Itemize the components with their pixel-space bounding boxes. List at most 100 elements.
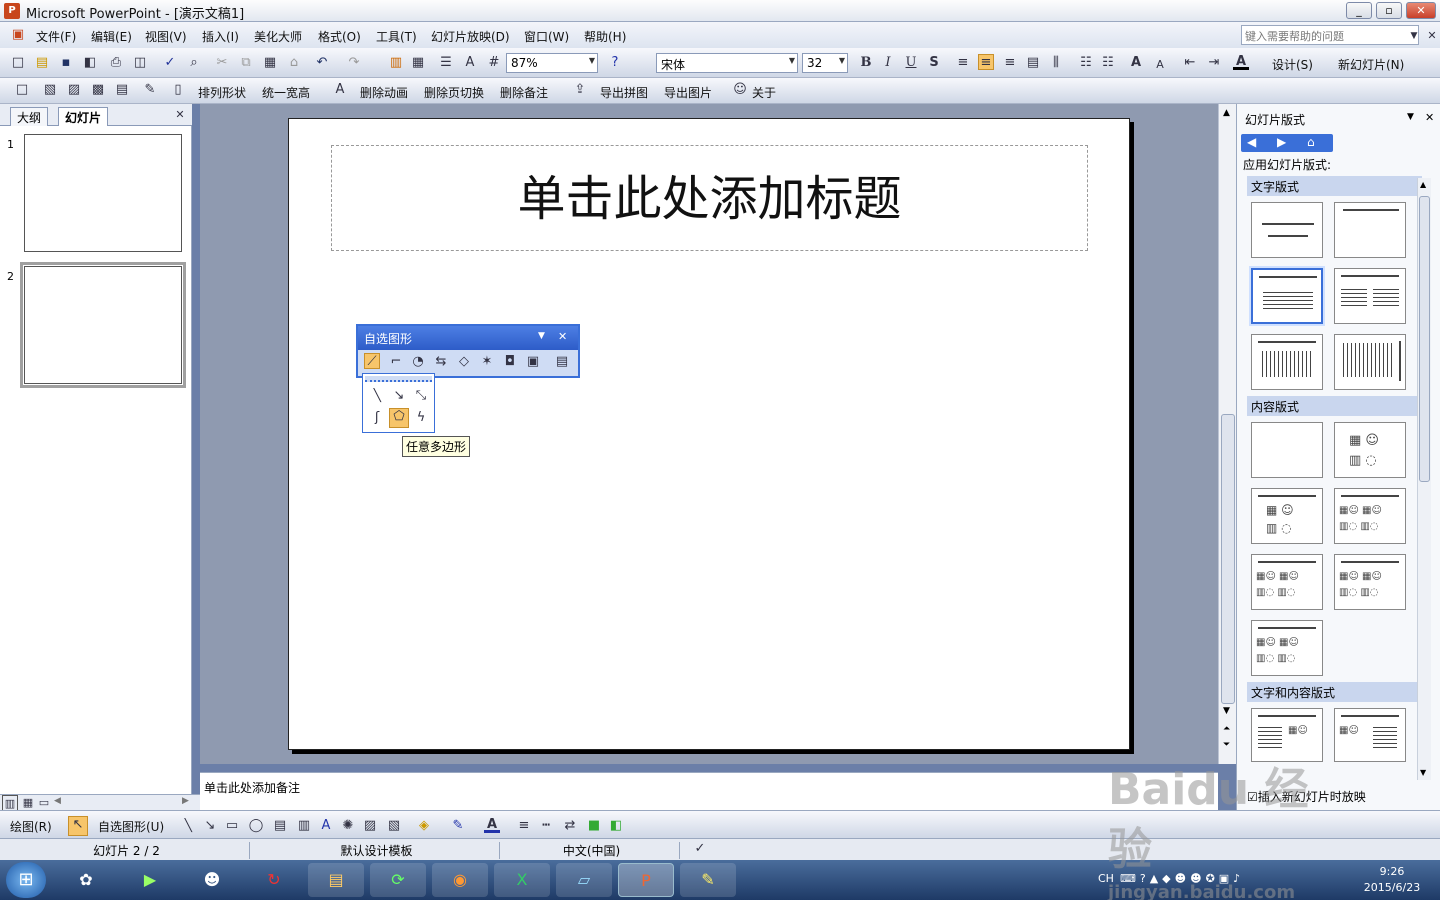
research-icon[interactable]: ⌕ — [186, 55, 202, 71]
prev-slide-icon[interactable]: ⏶ — [1223, 724, 1230, 734]
italic-button[interactable]: I — [880, 55, 896, 71]
slide-sorter-icon[interactable]: ▦ — [20, 795, 36, 811]
design-button[interactable]: 设计(S) — [1272, 56, 1313, 73]
back-icon[interactable]: ◀ — [1247, 135, 1256, 149]
close-icon[interactable]: ✕ — [1425, 111, 1434, 124]
decrease-indent-icon[interactable]: ⇤ — [1182, 55, 1198, 71]
image-icon[interactable]: ▨ — [66, 82, 82, 98]
help-icon[interactable]: ? — [607, 55, 623, 71]
layout-title-slide[interactable] — [1251, 202, 1323, 258]
select-arrow-icon[interactable]: ↖ — [68, 816, 88, 836]
qq-icon[interactable]: ☻ — [184, 863, 240, 897]
layout-vertical-title-text[interactable] — [1334, 334, 1406, 390]
close-button[interactable]: ✕ — [1406, 2, 1436, 19]
expand-all-icon[interactable]: ☰ — [438, 55, 454, 71]
layout-text-content[interactable]: ▦☺ — [1251, 708, 1323, 762]
increase-font-icon[interactable]: A — [1128, 55, 1144, 71]
layout-title-text[interactable] — [1251, 268, 1323, 324]
forward-icon[interactable]: ▶ — [1277, 135, 1286, 149]
font-color-icon[interactable]: A — [484, 817, 500, 833]
insert-table-icon[interactable]: ▦ — [410, 55, 426, 71]
tab-outline[interactable]: 大纲 — [10, 107, 49, 126]
layout-title-four-content[interactable]: ▦☺ ▦☺ ▥◌ ▥◌ — [1334, 554, 1406, 610]
slide-canvas[interactable]: 单击此处添加标题 — [288, 118, 1130, 750]
minimize-button[interactable]: _ — [1346, 2, 1372, 19]
delete-animation-button[interactable]: 删除动画 — [360, 84, 408, 101]
tray-clock[interactable]: 9:26 2015/6/23 — [1352, 864, 1432, 896]
basic-shapes-icon[interactable]: ◔ — [410, 354, 426, 370]
layout-vertical-text[interactable] — [1251, 334, 1323, 390]
save-icon[interactable]: ▪ — [58, 55, 74, 71]
numbering-icon[interactable]: ☷ — [1078, 55, 1094, 71]
menu-format[interactable]: 格式(O) — [318, 28, 361, 45]
maximize-button[interactable]: ▫ — [1376, 2, 1402, 19]
status-template[interactable]: 默认设计模板 — [254, 842, 500, 859]
zoom-select[interactable]: 87% ▼ — [506, 53, 598, 73]
close-doc-icon[interactable]: ✕ — [1424, 28, 1440, 44]
app-icon-green[interactable]: ⟳ — [370, 863, 426, 897]
slide-thumbnail-selected[interactable] — [20, 262, 186, 388]
font-color-icon[interactable]: A — [1233, 54, 1249, 70]
stars-icon[interactable]: ✶ — [479, 354, 495, 370]
paste-icon[interactable]: ▦ — [262, 55, 278, 71]
align-center-icon[interactable]: ≡ — [978, 54, 994, 70]
tab-slides[interactable]: 幻灯片 — [58, 107, 109, 126]
scribble-icon[interactable]: ϟ — [413, 410, 429, 426]
scroll-up-icon[interactable]: ▲ — [1420, 180, 1426, 189]
app-icon-notepad[interactable]: ▱ — [556, 863, 612, 897]
picture-icon[interactable]: ▧ — [42, 82, 58, 98]
doc-icon[interactable]: ▣ — [10, 27, 26, 43]
chevron-down-icon[interactable]: ▼ — [1407, 112, 1414, 122]
fill-color-icon[interactable]: ◈ — [416, 818, 432, 834]
text-fx-icon[interactable]: A — [332, 82, 348, 98]
chevron-down-icon[interactable]: ▼ — [538, 331, 545, 341]
layout-title-only[interactable] — [1334, 202, 1406, 258]
taskpane-scrollbar[interactable]: ▲ ▼ — [1417, 178, 1431, 780]
textbox-tool-icon[interactable]: ▤ — [272, 818, 288, 834]
spelling-status-icon[interactable]: ✓ — [692, 841, 708, 857]
home-icon[interactable]: ⌂ — [1307, 135, 1315, 149]
close-icon[interactable]: ✕ — [172, 107, 188, 123]
help-search-input[interactable]: 键入需要帮助的问题 — [1241, 25, 1419, 45]
3d-style-icon[interactable]: ◧ — [608, 818, 624, 834]
diagram-icon[interactable]: ✺ — [340, 818, 356, 834]
callouts-icon[interactable]: ◘ — [502, 354, 518, 370]
more-shapes-icon[interactable]: ▤ — [554, 354, 570, 370]
line-style-icon[interactable]: ≡ — [516, 818, 532, 834]
draw-menu-button[interactable]: 绘图(R) — [10, 818, 52, 835]
lines-icon[interactable]: ⟋ — [364, 353, 380, 369]
export-icon[interactable]: ⇪ — [572, 82, 588, 98]
arrow-icon[interactable]: ↘ — [391, 388, 407, 404]
layout-content[interactable]: ▦ ☺ ▥ ◌ — [1334, 422, 1406, 478]
arrow-tool-icon[interactable]: ↘ — [202, 818, 218, 834]
show-format-icon[interactable]: A — [462, 55, 478, 71]
connectors-icon[interactable]: ⌐ — [388, 354, 404, 370]
layout-two-column-text[interactable] — [1334, 268, 1406, 324]
clipart-icon[interactable]: ▨ — [362, 818, 378, 834]
title-placeholder[interactable]: 单击此处添加标题 — [331, 145, 1088, 251]
bold-button[interactable]: B — [858, 55, 874, 71]
delete-transition-button[interactable]: 删除页切换 — [424, 84, 484, 101]
menu-window[interactable]: 窗口(W) — [524, 28, 569, 45]
line-color-icon[interactable]: ✎ — [450, 818, 466, 834]
scroll-thumb[interactable] — [1221, 414, 1235, 704]
scroll-down-icon[interactable]: ▼ — [1420, 768, 1426, 777]
layout-content-text[interactable]: ▦☺ — [1334, 708, 1406, 762]
firefox-icon[interactable]: ◉ — [432, 863, 488, 897]
scroll-down-icon[interactable]: ▼ — [1223, 706, 1230, 716]
about-button[interactable]: 关于 — [752, 84, 776, 101]
app-icon-colors[interactable]: ✿ — [58, 863, 114, 897]
menu-edit[interactable]: 编辑(E) — [91, 28, 132, 45]
permission-icon[interactable]: ◧ — [82, 55, 98, 71]
layout-icon[interactable]: ▤ — [114, 82, 130, 98]
excel-icon[interactable]: X — [494, 863, 550, 897]
autoshapes-menu-button[interactable]: 自选图形(U) — [98, 818, 164, 835]
menu-beautify[interactable]: 美化大师 — [254, 28, 302, 45]
powerpoint-taskbar-icon[interactable]: P — [618, 863, 674, 897]
layout-blank[interactable] — [1251, 422, 1323, 478]
shadow-button[interactable]: S — [926, 55, 942, 71]
slideshow-icon[interactable]: ▭ — [36, 795, 52, 811]
normal-view-icon[interactable]: ▥ — [2, 795, 18, 811]
print-icon[interactable]: ⎙ — [108, 55, 124, 71]
underline-button[interactable]: U — [903, 55, 919, 71]
